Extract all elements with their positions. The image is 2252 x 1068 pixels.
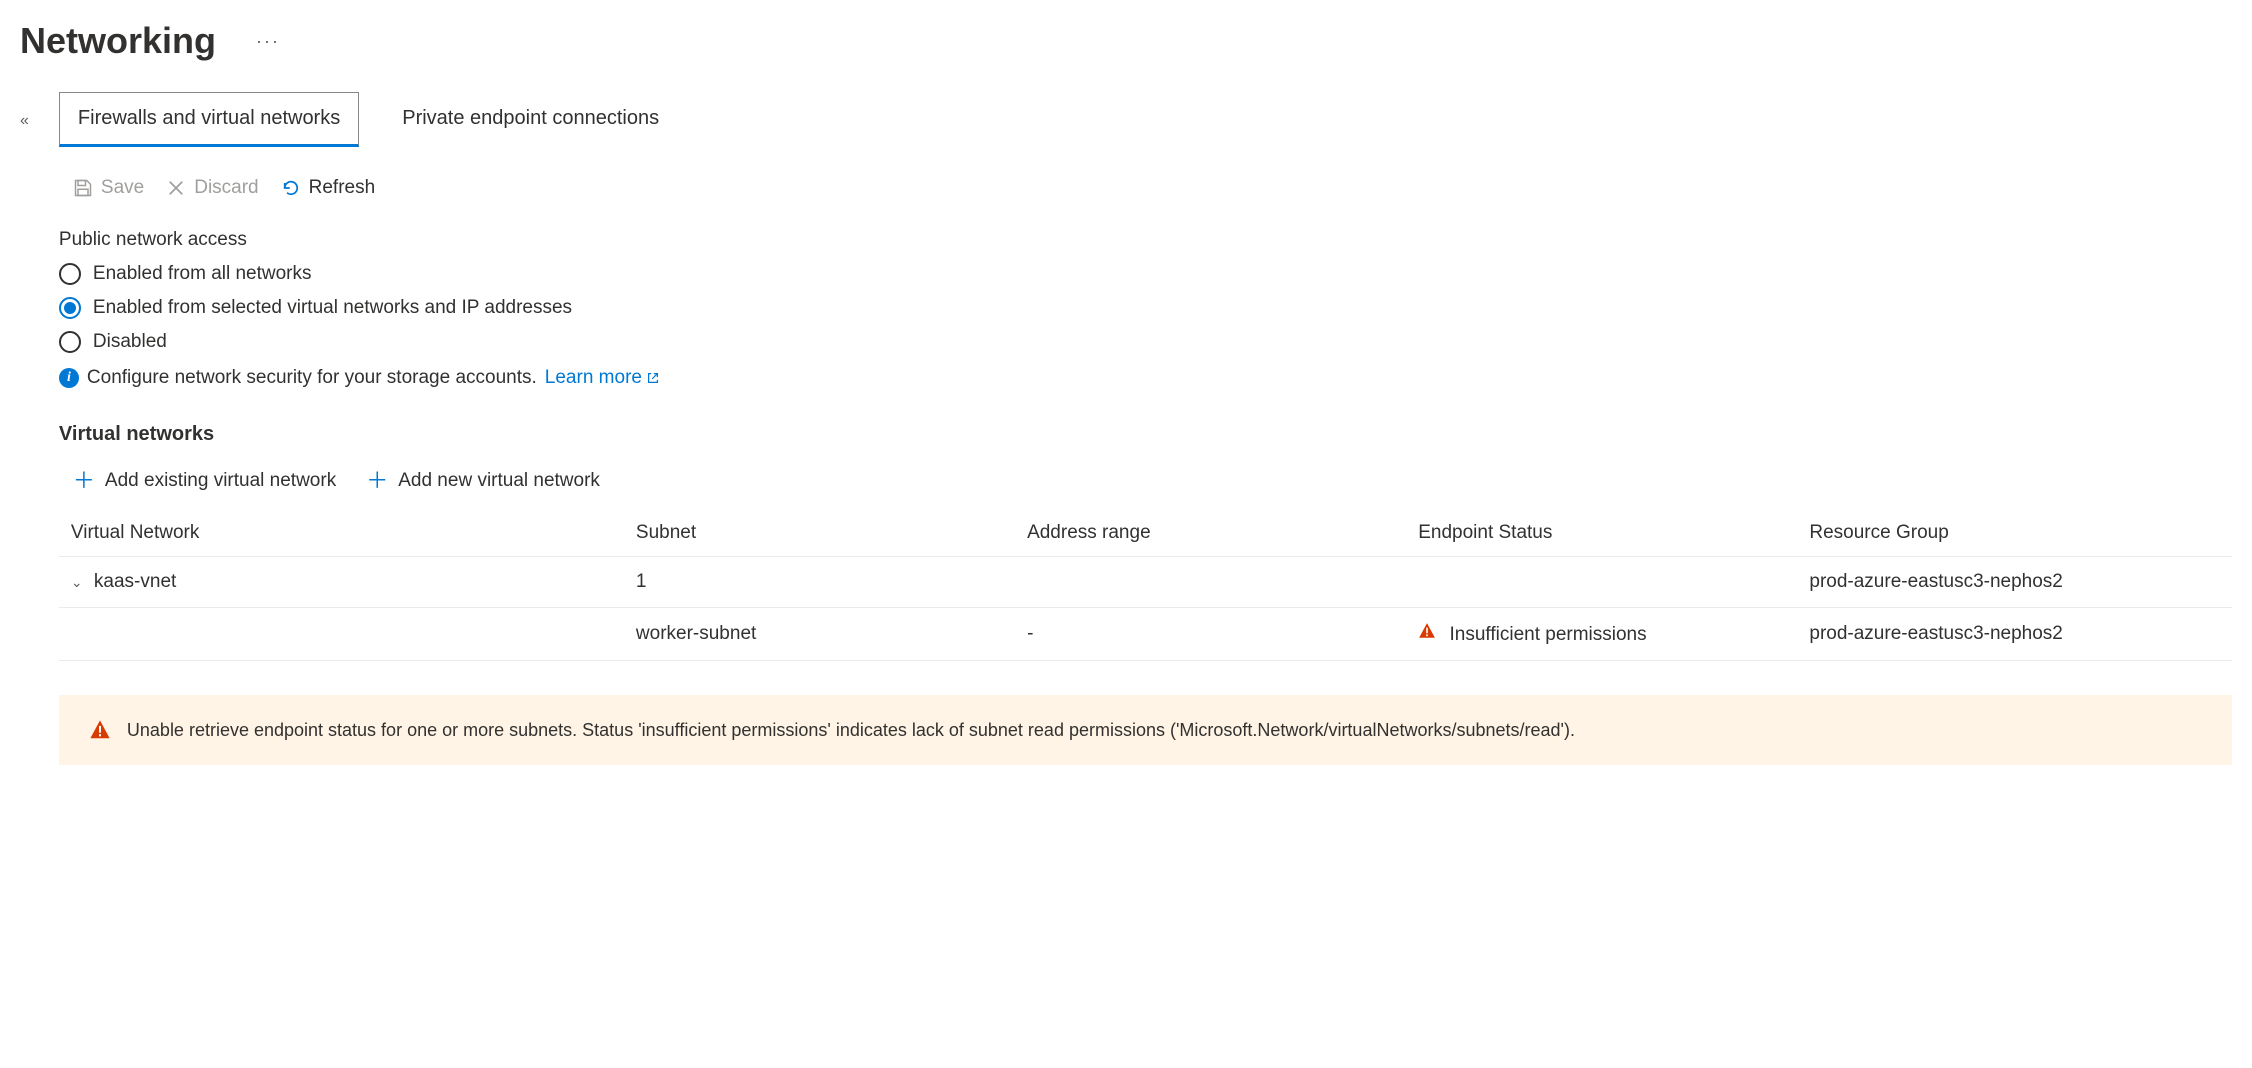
save-button[interactable]: Save xyxy=(73,177,144,199)
info-row: i Configure network security for your st… xyxy=(59,367,2232,389)
col-endpoint-status[interactable]: Endpoint Status xyxy=(1406,510,1797,557)
chevron-down-icon[interactable]: ⌄ xyxy=(71,574,83,591)
add-new-label: Add new virtual network xyxy=(398,470,600,492)
col-address-range[interactable]: Address range xyxy=(1015,510,1406,557)
discard-label: Discard xyxy=(194,177,258,199)
save-icon xyxy=(73,178,93,198)
page-title: Networking xyxy=(20,20,216,62)
refresh-button[interactable]: Refresh xyxy=(281,177,376,199)
cell-vnet xyxy=(59,608,624,661)
plus-icon: ＋ xyxy=(366,470,388,492)
vnets-heading: Virtual networks xyxy=(59,423,2232,446)
save-label: Save xyxy=(101,177,144,199)
radio-enabled-selected[interactable]: Enabled from selected virtual networks a… xyxy=(59,297,2232,319)
col-subnet[interactable]: Subnet xyxy=(624,510,1015,557)
table-row[interactable]: worker-subnet - Insufficient permissions… xyxy=(59,608,2232,661)
table-row[interactable]: ⌄ kaas-vnet 1 prod-azure-eastusc3-nephos… xyxy=(59,557,2232,608)
more-actions-icon[interactable]: ··· xyxy=(256,31,280,52)
learn-more-label: Learn more xyxy=(545,367,642,389)
warning-icon xyxy=(1418,622,1436,640)
external-link-icon xyxy=(646,371,660,385)
cell-endpoint-status xyxy=(1406,557,1797,608)
refresh-label: Refresh xyxy=(309,177,376,199)
tab-private-endpoints[interactable]: Private endpoint connections xyxy=(383,92,678,147)
cell-address-range xyxy=(1015,557,1406,608)
cell-resource-group: prod-azure-eastusc3-nephos2 xyxy=(1797,608,2232,661)
col-resource-group[interactable]: Resource Group xyxy=(1797,510,2232,557)
radio-label: Enabled from selected virtual networks a… xyxy=(93,297,572,319)
radio-icon xyxy=(59,331,81,353)
radio-icon xyxy=(59,263,81,285)
radio-enabled-all[interactable]: Enabled from all networks xyxy=(59,263,2232,285)
cell-endpoint-status: Insufficient permissions xyxy=(1450,624,1647,645)
warning-banner: Unable retrieve endpoint status for one … xyxy=(59,695,2232,765)
close-icon xyxy=(166,178,186,198)
vnet-actions: ＋ Add existing virtual network ＋ Add new… xyxy=(73,470,2232,492)
toolbar: Save Discard Refresh xyxy=(73,177,2232,199)
add-new-vnet-button[interactable]: ＋ Add new virtual network xyxy=(366,470,600,492)
cell-resource-group: prod-azure-eastusc3-nephos2 xyxy=(1797,557,2232,608)
info-text: Configure network security for your stor… xyxy=(87,367,537,389)
radio-label: Enabled from all networks xyxy=(93,263,312,285)
add-existing-label: Add existing virtual network xyxy=(105,470,336,492)
public-access-radio-group: Enabled from all networks Enabled from s… xyxy=(59,263,2232,353)
info-icon: i xyxy=(59,368,79,388)
tabs: Firewalls and virtual networks Private e… xyxy=(59,92,2232,147)
radio-label: Disabled xyxy=(93,331,167,353)
learn-more-link[interactable]: Learn more xyxy=(545,367,660,389)
plus-icon: ＋ xyxy=(73,470,95,492)
add-existing-vnet-button[interactable]: ＋ Add existing virtual network xyxy=(73,470,336,492)
vnet-table: Virtual Network Subnet Address range End… xyxy=(59,510,2232,661)
warning-icon xyxy=(89,719,111,741)
col-vnet[interactable]: Virtual Network xyxy=(59,510,624,557)
cell-subnet: 1 xyxy=(624,557,1015,608)
cell-address-range: - xyxy=(1015,608,1406,661)
cell-subnet: worker-subnet xyxy=(624,608,1015,661)
cell-vnet: kaas-vnet xyxy=(94,571,176,592)
public-access-label: Public network access xyxy=(59,229,2232,251)
collapse-sidebar-icon[interactable]: « xyxy=(20,112,29,130)
radio-disabled[interactable]: Disabled xyxy=(59,331,2232,353)
refresh-icon xyxy=(281,178,301,198)
warning-text: Unable retrieve endpoint status for one … xyxy=(127,720,1575,741)
tab-firewalls[interactable]: Firewalls and virtual networks xyxy=(59,92,359,147)
radio-icon xyxy=(59,297,81,319)
discard-button[interactable]: Discard xyxy=(166,177,258,199)
